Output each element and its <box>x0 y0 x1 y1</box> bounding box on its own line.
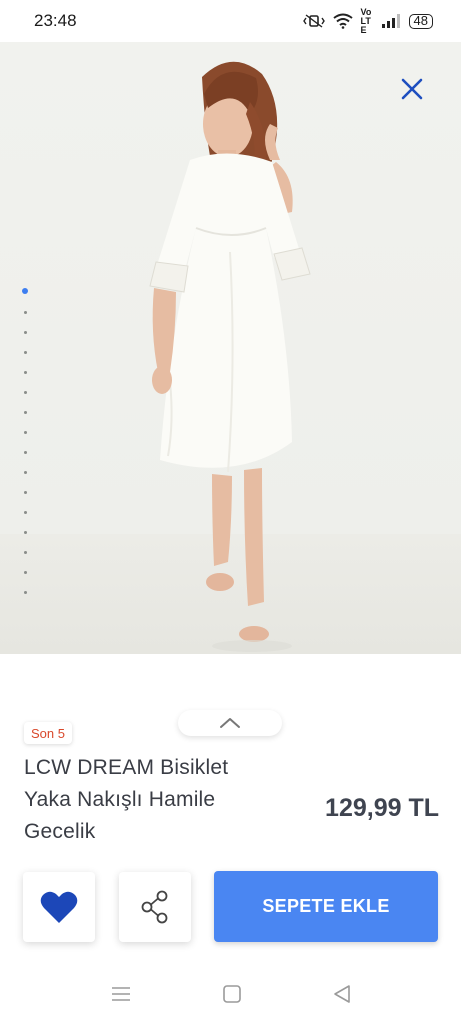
system-nav-bar <box>0 964 461 1024</box>
product-details: Son 5 LCW DREAM Bisiklet Yaka Nakışlı Ha… <box>0 654 461 974</box>
add-to-cart-button[interactable]: SEPETE EKLE <box>214 871 438 942</box>
product-title-line: Gecelik <box>24 820 96 843</box>
product-price: 129,99 TL <box>325 794 439 822</box>
stock-badge: Son 5 <box>24 722 72 744</box>
pagination-dot[interactable] <box>23 511 27 514</box>
signal-icon <box>381 14 400 28</box>
share-button[interactable] <box>119 872 191 942</box>
product-title: LCW DREAM Bisiklet Yaka Nakışlı Hamile G… <box>24 752 286 848</box>
favorite-button[interactable] <box>23 872 95 942</box>
product-photo-model <box>149 61 311 652</box>
pagination-dot[interactable] <box>23 311 27 314</box>
status-icons: VoLTE 48 <box>302 6 433 35</box>
heart-icon <box>40 891 78 923</box>
close-button[interactable] <box>399 76 425 102</box>
pagination-dot[interactable] <box>23 491 27 494</box>
expand-details-button[interactable] <box>178 710 282 736</box>
pagination-dot[interactable] <box>23 391 27 394</box>
pagination-dot[interactable] <box>23 451 27 454</box>
volte-indicator: VoLTE <box>360 6 372 35</box>
image-pagination-dots <box>22 288 28 594</box>
product-title-line: Yaka Nakışlı Hamile <box>24 788 216 811</box>
pagination-dot[interactable] <box>23 591 27 594</box>
home-icon[interactable] <box>222 984 242 1004</box>
mute-vibrate-icon <box>302 14 325 28</box>
pagination-dot[interactable] <box>23 371 27 374</box>
product-image[interactable] <box>0 42 461 654</box>
pagination-dot[interactable] <box>23 331 27 334</box>
status-bar: 23:48 VoLTE 48 <box>0 0 461 42</box>
pagination-dot[interactable] <box>23 351 27 354</box>
pagination-dot[interactable] <box>23 431 27 434</box>
back-icon[interactable] <box>332 984 352 1004</box>
status-time: 23:48 <box>34 11 77 30</box>
pagination-dot[interactable] <box>23 531 27 534</box>
wifi-icon <box>332 13 353 29</box>
share-icon <box>141 890 168 924</box>
close-icon <box>401 78 423 100</box>
pagination-dot[interactable] <box>23 571 27 574</box>
chevron-up-icon <box>220 718 240 728</box>
pagination-dot[interactable] <box>23 471 27 474</box>
battery-icon: 48 <box>408 13 433 29</box>
menu-icon[interactable] <box>110 985 132 1003</box>
pagination-dot-active[interactable] <box>22 288 28 294</box>
pagination-dot[interactable] <box>23 551 27 554</box>
pagination-dot[interactable] <box>23 411 27 414</box>
product-title-line: LCW DREAM Bisiklet <box>24 756 229 779</box>
